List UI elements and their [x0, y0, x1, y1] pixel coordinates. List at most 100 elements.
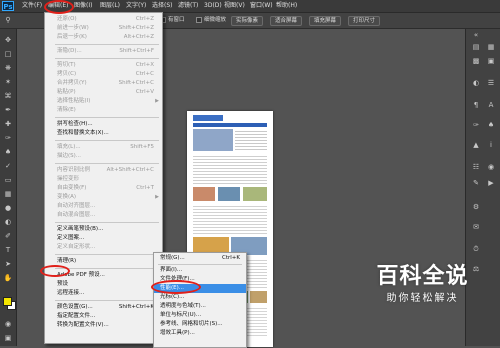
submenu-item-guides-grid-slices[interactable]: 参考线、网格和切片(S)...: [154, 320, 246, 329]
hand-tool-icon[interactable]: ✋: [3, 273, 13, 283]
menu-item-define-pattern[interactable]: 定义图案...: [45, 234, 162, 243]
actions-panel-icon[interactable]: ▶: [486, 179, 496, 187]
menu-item-copy-merged[interactable]: 合并拷贝(Y) Shift+Ctrl+C: [45, 79, 162, 88]
fill-screen-button[interactable]: 填充屏幕: [309, 16, 342, 26]
timeline-panel-icon[interactable]: ⏱: [471, 245, 481, 253]
menu-item-transform[interactable]: 变换(A) ▶: [45, 193, 162, 202]
menu-help[interactable]: 帮助(H): [276, 2, 297, 10]
brush-tool-icon[interactable]: ✑: [3, 133, 13, 143]
doc-photo: [193, 187, 215, 201]
menu-view[interactable]: 视图(V): [224, 2, 245, 10]
menu-item-paste-special[interactable]: 选择性粘贴(I) ▶: [45, 97, 162, 106]
menu-file[interactable]: 文件(F): [22, 2, 42, 10]
menu-image[interactable]: 图像(I): [74, 2, 92, 10]
history-panel-icon[interactable]: ▤: [471, 43, 481, 51]
lasso-tool-icon[interactable]: ❋: [3, 63, 13, 73]
history-brush-tool-icon[interactable]: ✓: [3, 161, 13, 171]
color-panel-icon[interactable]: ▦: [486, 43, 496, 51]
clone-source-panel-icon[interactable]: ♠: [486, 121, 496, 129]
submenu-item-cursors[interactable]: 光标(C)...: [154, 293, 246, 302]
dodge-tool-icon[interactable]: ◐: [3, 217, 13, 227]
preferences-submenu: 常规(G)... Ctrl+K 界面(I)... 文件处理(F)... 性能(E)…: [153, 252, 247, 348]
quick-select-tool-icon[interactable]: ✶: [3, 77, 13, 87]
menu-item-convert-to-profile[interactable]: 转换为配置文件(V)...: [45, 321, 162, 330]
actual-pixels-button[interactable]: 实际像素: [231, 16, 264, 26]
menu-item-puppet-warp[interactable]: 操控变形: [45, 175, 162, 184]
adjustments-panel-icon[interactable]: ◐: [471, 79, 481, 87]
menu-item-paste[interactable]: 粘贴(P) Ctrl+V: [45, 88, 162, 97]
menu-item-check-spelling[interactable]: 拼写检查(H)...: [45, 120, 162, 129]
scrubby-zoom-label: 细微缩放: [204, 17, 227, 23]
submenu-item-plugins[interactable]: 增效工具(P)...: [154, 329, 246, 338]
quick-mask-icon[interactable]: ◉: [3, 319, 13, 329]
clone-stamp-tool-icon[interactable]: ♠: [3, 147, 13, 157]
doc-photo: [243, 187, 267, 201]
menu-item-presets[interactable]: 预设▶: [45, 280, 162, 289]
move-tool-icon[interactable]: ✥: [3, 35, 13, 45]
submenu-item-interface[interactable]: 界面(I)...: [154, 266, 246, 275]
foreground-color-swatch[interactable]: [3, 297, 12, 306]
submenu-item-units-rulers[interactable]: 单位与标尺(U)...: [154, 311, 246, 320]
menu-item-step-backward[interactable]: 后退一步(K) Alt+Ctrl+Z: [45, 33, 162, 42]
pen-tool-icon[interactable]: ✐: [3, 231, 13, 241]
paths-panel-icon[interactable]: ✎: [471, 179, 481, 187]
menu-item-undo[interactable]: 还原(O) Ctrl+Z: [45, 15, 162, 24]
menu-window[interactable]: 窗口(W): [250, 2, 273, 10]
brush-panel-icon[interactable]: ✑: [471, 121, 481, 129]
menu-item-fill[interactable]: 填充(L)... Shift+F5: [45, 143, 162, 152]
menu-separator: [55, 117, 159, 118]
menu-3d[interactable]: 3D(D): [204, 2, 222, 10]
fit-screen-button[interactable]: 适合屏幕: [270, 16, 303, 26]
menu-item-find-replace-text[interactable]: 查找和替换文本(X)...: [45, 129, 162, 138]
menu-item-cut[interactable]: 剪切(T) Ctrl+X: [45, 61, 162, 70]
menu-separator: [55, 254, 159, 255]
menu-item-fade[interactable]: 渐隐(D)... Shift+Ctrl+F: [45, 47, 162, 56]
path-select-tool-icon[interactable]: ➤: [3, 259, 13, 269]
menu-item-define-brush-preset[interactable]: 定义画笔预设(B)...: [45, 225, 162, 234]
zoom-tool-icon[interactable]: ⚲: [3, 15, 13, 25]
menu-item-define-custom-shape[interactable]: 定义自定形状...: [45, 243, 162, 252]
print-size-button[interactable]: 打印尺寸: [348, 16, 381, 26]
character-panel-icon[interactable]: A: [486, 101, 496, 109]
menu-item-clear[interactable]: 清除(E): [45, 106, 162, 115]
channels-panel-icon[interactable]: ◉: [486, 163, 496, 171]
marquee-tool-icon[interactable]: □: [3, 49, 13, 59]
gradient-tool-icon[interactable]: ▦: [3, 189, 13, 199]
submenu-item-general[interactable]: 常规(G)... Ctrl+K: [154, 254, 246, 263]
menu-item-auto-align-layers[interactable]: 自动对齐图层...: [45, 202, 162, 211]
menu-item-auto-blend-layers[interactable]: 自动混合图层...: [45, 211, 162, 220]
menu-item-free-transform[interactable]: 自由变换(F) Ctrl+T: [45, 184, 162, 193]
layers-panel-icon[interactable]: ☷: [471, 163, 481, 171]
notes-panel-icon[interactable]: ✉: [471, 223, 481, 231]
navigator-panel-icon[interactable]: ▲: [471, 141, 481, 149]
swatches-panel-icon[interactable]: ▩: [471, 57, 481, 65]
doc-navbar: [193, 123, 267, 127]
crop-tool-icon[interactable]: ⌘: [3, 91, 13, 101]
menu-item-content-aware-scale[interactable]: 内容识别比例 Alt+Shift+Ctrl+C: [45, 166, 162, 175]
menu-item-assign-profile[interactable]: 指定配置文件...: [45, 312, 162, 321]
healing-brush-tool-icon[interactable]: ✚: [3, 119, 13, 129]
menu-item-stroke[interactable]: 描边(S)...: [45, 152, 162, 161]
eraser-tool-icon[interactable]: ▭: [3, 175, 13, 185]
menu-item-color-settings[interactable]: 颜色设置(G)... Shift+Ctrl+K: [45, 303, 162, 312]
paragraph-panel-icon[interactable]: ¶: [471, 101, 481, 109]
styles-panel-icon[interactable]: ▣: [486, 57, 496, 65]
screen-mode-icon[interactable]: ▣: [3, 333, 13, 343]
menu-type[interactable]: 文字(Y): [126, 2, 146, 10]
menu-filter[interactable]: 滤镜(T): [178, 2, 198, 10]
menu-item-copy[interactable]: 拷贝(C) Ctrl+C: [45, 70, 162, 79]
menu-select[interactable]: 选择(S): [152, 2, 173, 10]
blur-tool-icon[interactable]: ●: [3, 203, 13, 213]
menu-layer[interactable]: 图层(L): [100, 2, 120, 10]
scrubby-zoom-checkbox[interactable]: [196, 17, 202, 23]
eyedropper-tool-icon[interactable]: ✒: [3, 105, 13, 115]
menu-item-purge[interactable]: 清理(R)▶: [45, 257, 162, 266]
menu-item-remote-connections[interactable]: 远程连接...: [45, 289, 162, 298]
submenu-item-transparency-gamut[interactable]: 透明度与色域(T)...: [154, 302, 246, 311]
tool-presets-panel-icon[interactable]: ⚙: [471, 203, 481, 211]
menu-item-step-forward[interactable]: 前进一步(W) Shift+Ctrl+Z: [45, 24, 162, 33]
collapse-panels-icon[interactable]: «: [471, 31, 481, 39]
type-tool-icon[interactable]: T: [3, 245, 13, 255]
properties-panel-icon[interactable]: ☰: [486, 79, 496, 87]
info-panel-icon[interactable]: i: [486, 141, 496, 149]
